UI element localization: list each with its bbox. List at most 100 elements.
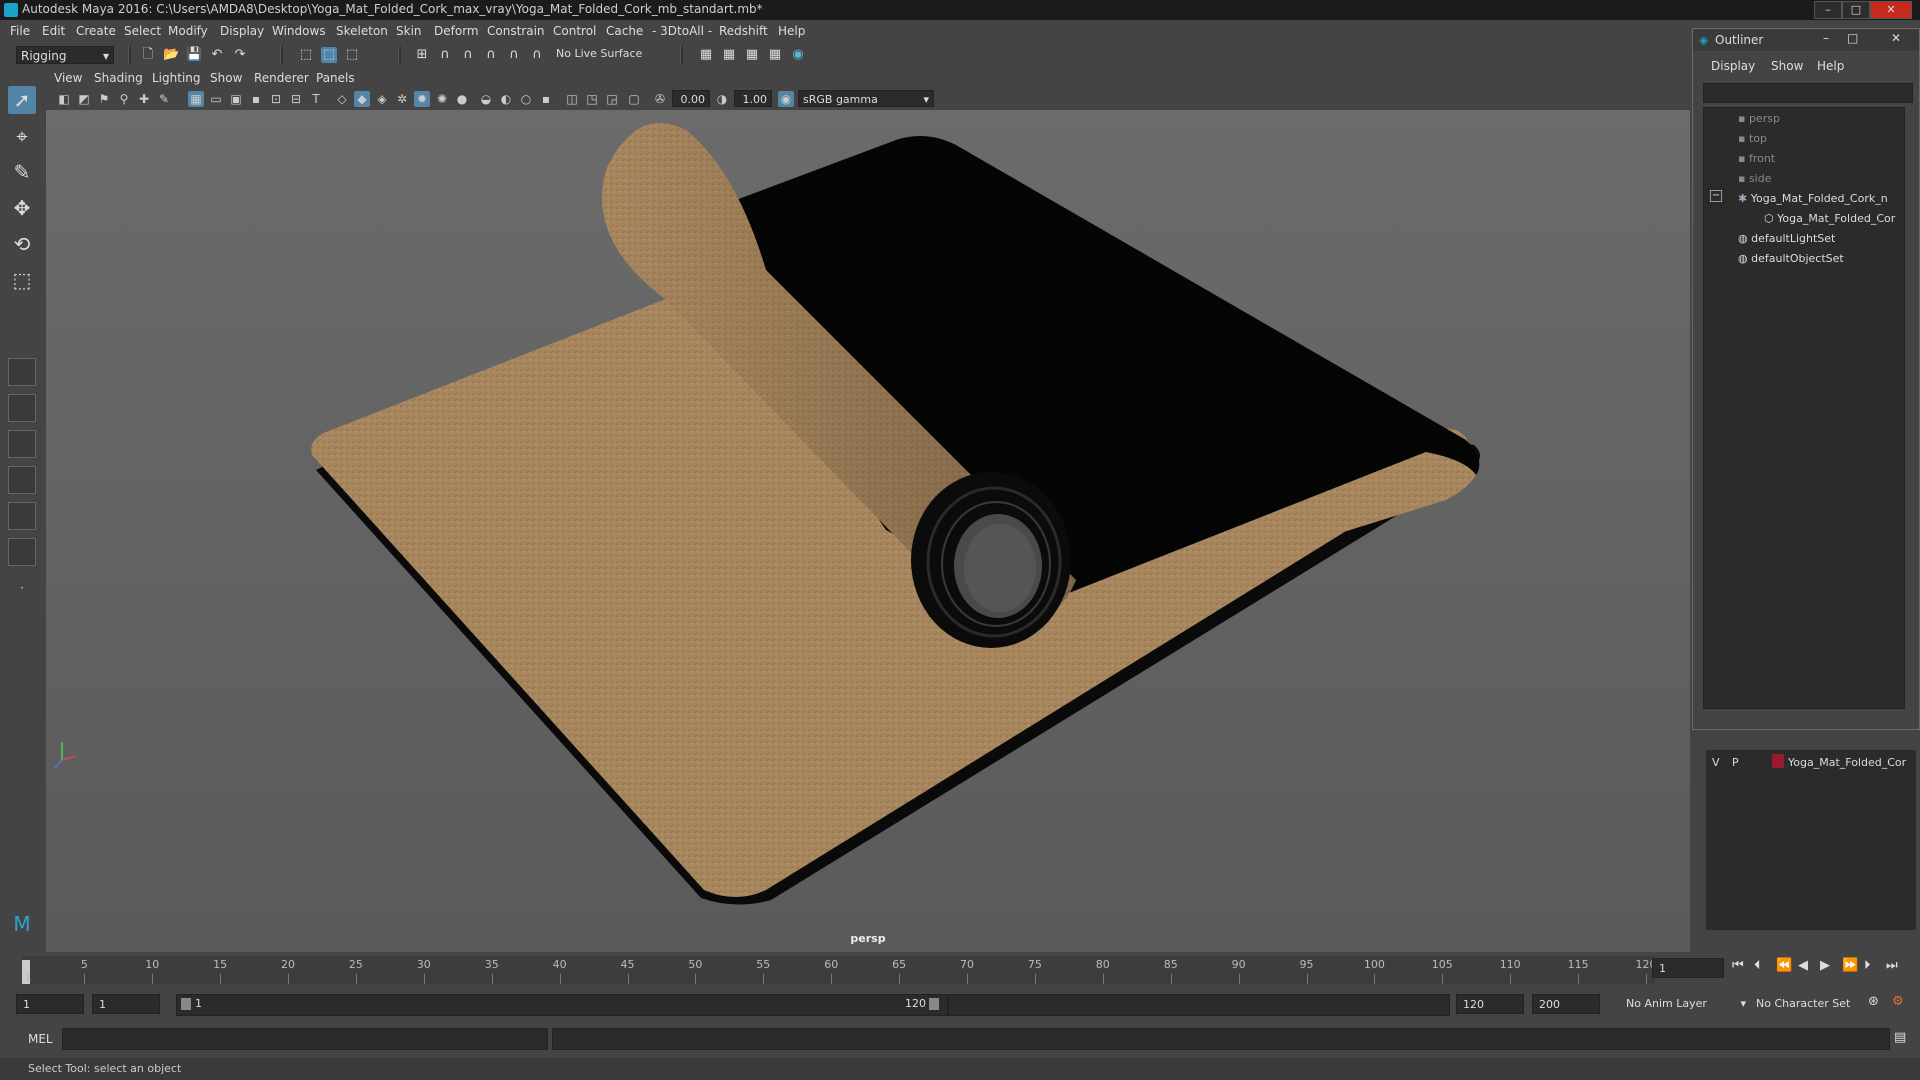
playback-end-field[interactable]: 120 (1456, 994, 1524, 1014)
perspective-viewport[interactable]: persp (46, 110, 1690, 952)
step-forward-icon[interactable]: ⏵ (1864, 958, 1871, 973)
render-frame-icon[interactable]: ▦ (721, 47, 737, 63)
anim-layer-dropdown[interactable]: No Anim Layer ▾ (1620, 994, 1750, 1014)
layer-playback-toggle[interactable]: P (1732, 756, 1739, 769)
script-editor-icon[interactable]: ▤ (1894, 1030, 1906, 1045)
menu-file[interactable]: File (10, 24, 30, 38)
smooth-shade-icon[interactable]: ◆ (354, 91, 370, 107)
select-component-icon[interactable]: ⬚ (344, 47, 360, 63)
menuset-dropdown[interactable]: Rigging ▾ (16, 46, 114, 64)
panel-menu-lighting[interactable]: Lighting (152, 71, 201, 85)
image-plane-icon[interactable]: ⚲ (116, 91, 132, 107)
hypershade-layout-icon[interactable] (8, 538, 36, 566)
maximize-button[interactable]: □ (1842, 1, 1870, 19)
xray-icon[interactable]: ◫ (564, 91, 580, 107)
render-settings-icon[interactable]: ▦ (767, 47, 783, 63)
wireframe-on-shaded-icon[interactable]: ◈ (374, 91, 390, 107)
menu-control[interactable]: Control (553, 24, 596, 38)
rotate-tool-icon[interactable]: ⟲ (8, 230, 36, 258)
select-tool-icon[interactable]: ➚ (8, 86, 36, 114)
menu-redshift[interactable]: Redshift (719, 24, 768, 38)
xray-components-icon[interactable]: ◲ (604, 91, 620, 107)
menu-windows[interactable]: Windows (272, 24, 326, 38)
go-to-end-icon[interactable]: ⏭ (1886, 958, 1898, 973)
snap-surface-icon[interactable]: ∩ (506, 47, 522, 63)
go-to-start-icon[interactable]: ⏮ (1732, 958, 1744, 973)
backface-culling-icon[interactable]: ▢ (626, 91, 642, 107)
panel-menu-shading[interactable]: Shading (94, 71, 143, 85)
menu-cache[interactable]: Cache (606, 24, 643, 38)
snap-view-icon[interactable]: ∩ (483, 47, 499, 63)
persp-outliner-graph-layout-icon[interactable] (8, 502, 36, 530)
hypershade-icon[interactable]: ◉ (790, 47, 806, 63)
textured-icon[interactable]: ✲ (394, 91, 410, 107)
anim-preferences-icon[interactable]: ⚙ (1892, 994, 1904, 1009)
menu-create[interactable]: Create (76, 24, 116, 38)
range-start-handle[interactable] (181, 998, 191, 1010)
outliner-item-defaultobjectset[interactable]: ◍ defaultObjectSet (1738, 252, 1844, 265)
isolate-select-icon[interactable]: ▪ (538, 91, 554, 107)
anti-aliasing-icon[interactable]: ◐ (498, 91, 514, 107)
menu-select[interactable]: Select (124, 24, 161, 38)
outliner-item-defaultlightset[interactable]: ◍ defaultLightSet (1738, 232, 1835, 245)
outliner-item-persp[interactable]: ▪ persp (1738, 112, 1780, 125)
move-tool-icon[interactable]: ✥ (8, 194, 36, 222)
snap-grid-icon[interactable]: ⊞ (414, 47, 430, 63)
next-key-icon[interactable]: ⏩ (1842, 958, 1858, 973)
menu-modify[interactable]: Modify (168, 24, 208, 38)
current-frame-field[interactable]: 1 (1652, 958, 1724, 978)
outliner-item-front[interactable]: ▪ front (1738, 152, 1775, 165)
view-transform-dropdown[interactable]: sRGB gamma ▾ (798, 90, 934, 107)
lasso-tool-icon[interactable]: ⌖ (8, 122, 36, 150)
outliner-menu-show[interactable]: Show (1771, 59, 1803, 73)
select-hierarchy-icon[interactable]: ⬚ (298, 47, 314, 63)
open-scene-icon[interactable]: 📂 (163, 47, 179, 63)
menu-skeleton[interactable]: Skeleton (336, 24, 388, 38)
close-button[interactable]: ✕ (1870, 1, 1912, 19)
menu-skin[interactable]: Skin (396, 24, 422, 38)
outliner-item-side[interactable]: ▪ side (1738, 172, 1772, 185)
snap-live-icon[interactable]: ∩ (529, 47, 545, 63)
layer-name[interactable]: Yoga_Mat_Folded_Cor (1788, 756, 1906, 769)
range-bar[interactable]: 1 120 (176, 994, 948, 1016)
select-object-icon[interactable]: ⬚ (321, 47, 337, 63)
outliner-menu-help[interactable]: Help (1817, 59, 1844, 73)
anim-start-field[interactable]: 1 (16, 994, 84, 1014)
wireframe-icon[interactable]: ◇ (334, 91, 350, 107)
save-scene-icon[interactable]: 💾 (186, 47, 202, 63)
yoga-mat-model[interactable] (46, 110, 1690, 952)
use-all-lights-icon[interactable]: ✹ (414, 91, 430, 107)
outliner-item-top[interactable]: ▪ top (1738, 132, 1767, 145)
panel-menu-panels[interactable]: Panels (316, 71, 355, 85)
outliner-maximize-button[interactable]: □ (1847, 31, 1858, 45)
safe-title-icon[interactable]: T (308, 91, 324, 107)
snap-curve-icon[interactable]: ∩ (437, 47, 453, 63)
gamma-icon[interactable]: ◑ (714, 91, 730, 107)
step-back-icon[interactable]: ⏴ (1754, 958, 1761, 973)
menu-constrain[interactable]: Constrain (487, 24, 545, 38)
gate-mask-icon[interactable]: ▪ (248, 91, 264, 107)
outliner-minimize-button[interactable]: – (1823, 31, 1829, 45)
motion-blur-icon[interactable]: ◒ (478, 91, 494, 107)
play-forward-icon[interactable]: ▶ (1820, 958, 1830, 973)
exposure-field[interactable]: 0.00 (672, 90, 710, 107)
new-scene-icon[interactable]: 🗋 (140, 47, 156, 63)
menu-display[interactable]: Display (220, 24, 264, 38)
redo-icon[interactable]: ↷ (232, 47, 248, 63)
outliner-close-button[interactable]: ✕ (1891, 31, 1901, 45)
outliner-item-mesh[interactable]: ⬡ Yoga_Mat_Folded_Cor (1764, 212, 1895, 225)
field-chart-icon[interactable]: ⊡ (268, 91, 284, 107)
select-camera-icon[interactable]: ◧ (56, 91, 72, 107)
layer-color-swatch[interactable] (1772, 754, 1784, 768)
menu-deform[interactable]: Deform (434, 24, 479, 38)
exposure-icon[interactable]: ✇ (652, 91, 668, 107)
color-management-icon[interactable]: ◉ (778, 91, 794, 107)
paint-select-tool-icon[interactable]: ✎ (8, 158, 36, 186)
persp-outliner-layout-icon[interactable] (8, 430, 36, 458)
layer-visibility-toggle[interactable]: V (1712, 756, 1720, 769)
outliner-search-field[interactable] (1703, 83, 1913, 103)
undo-icon[interactable]: ↶ (209, 47, 225, 63)
screen-space-ao-icon[interactable]: ● (454, 91, 470, 107)
bookmark-icon[interactable]: ⚑ (96, 91, 112, 107)
playback-start-field[interactable]: 1 (92, 994, 160, 1014)
